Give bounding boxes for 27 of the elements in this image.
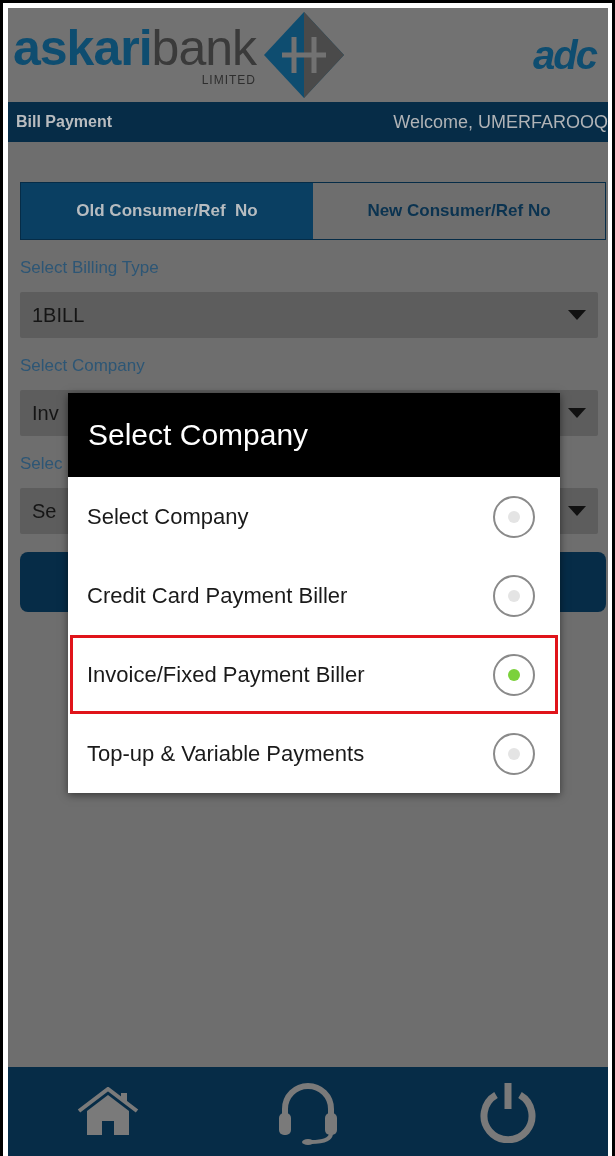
option-row[interactable]: Select Company: [70, 477, 558, 556]
dropdown-caret-icon: [568, 408, 586, 418]
option-label: Top-up & Variable Payments: [87, 740, 365, 767]
radio-button[interactable]: [493, 653, 535, 696]
option-row[interactable]: Credit Card Payment Biller: [70, 556, 558, 635]
radio-button[interactable]: [493, 574, 535, 617]
logo-wordmark: bank: [151, 20, 257, 76]
dropdown-caret-icon: [568, 310, 586, 320]
logo-wordmark: askari: [13, 20, 152, 76]
radio-button[interactable]: [493, 495, 535, 538]
diamond-logo-icon: [264, 12, 345, 98]
field-label: Select Billing Type: [20, 258, 160, 278]
tab[interactable]: Old Consumer/Ref No: [21, 183, 313, 239]
field-label: Select Company: [20, 356, 146, 376]
dropdown-caret-icon: [568, 506, 586, 516]
welcome-text: Welcome, UMERFAROOQ: [393, 111, 608, 133]
partner-logo: adc: [533, 32, 596, 78]
logo-tagline: LIMITED: [201, 73, 257, 87]
option-label: Select Company: [87, 503, 249, 530]
option-row[interactable]: Top-up & Variable Payments: [70, 714, 558, 793]
radio-button[interactable]: [493, 732, 535, 775]
option-label: Invoice/Fixed Payment Biller: [87, 661, 365, 688]
dialog-title: Select Company: [68, 393, 560, 477]
field-label: Selec: [20, 454, 64, 474]
option-label: Credit Card Payment Biller: [87, 582, 348, 609]
option-row[interactable]: Invoice/Fixed Payment Biller: [70, 635, 558, 714]
page-title: Bill Payment: [16, 113, 113, 131]
